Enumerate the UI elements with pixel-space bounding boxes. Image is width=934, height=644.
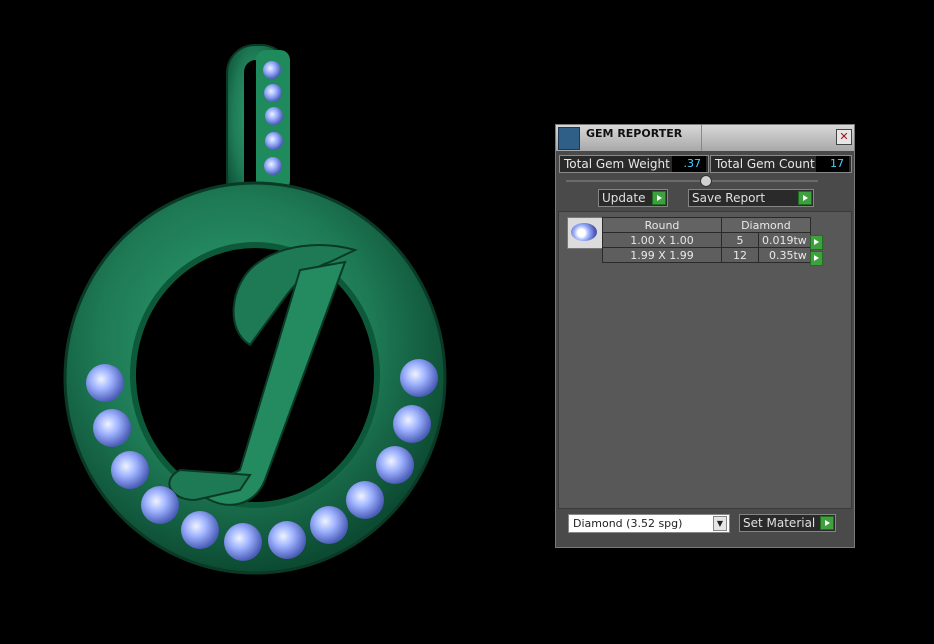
table-row[interactable]: 1.99 X 1.99 12 0.35tw (602, 247, 811, 263)
gem-reporter-panel: GEM REPORTER ✕ Total Gem Weight .37 Tota… (555, 124, 855, 548)
material-select-value: Diamond (3.52 spg) (573, 517, 683, 530)
close-button[interactable]: ✕ (836, 129, 852, 145)
play-icon (820, 516, 834, 530)
round-diamond-icon[interactable] (567, 217, 603, 249)
gem-table: Round Diamond 1.00 X 1.00 5 0.019tw 1.99… (602, 217, 811, 263)
gem-count: 12 (721, 247, 759, 263)
total-gem-weight-label: Total Gem Weight (564, 157, 670, 171)
gem-size: 1.99 X 1.99 (602, 247, 722, 263)
gem-count: 5 (721, 232, 759, 248)
gem-size: 1.00 X 1.00 (602, 232, 722, 248)
total-gem-weight-value: .37 (672, 156, 706, 172)
select-row-play-icon[interactable] (810, 235, 823, 250)
save-report-button[interactable]: Save Report (688, 189, 814, 207)
panel-titlebar[interactable]: GEM REPORTER ✕ (556, 125, 854, 151)
gem-list: Round Diamond 1.00 X 1.00 5 0.019tw 1.99… (558, 211, 852, 509)
update-button[interactable]: Update (598, 189, 668, 207)
update-label: Update (602, 191, 646, 205)
panel-splitter[interactable] (566, 180, 818, 182)
diamond-thumbnail (571, 223, 597, 241)
total-gem-count: Total Gem Count 17 (710, 155, 852, 173)
pendant-model (63, 44, 447, 575)
gem-reporter-icon (558, 127, 580, 150)
select-row-play-icon[interactable] (810, 251, 823, 266)
set-material-button[interactable]: Set Material (739, 514, 836, 532)
table-row[interactable]: 1.00 X 1.00 5 0.019tw (602, 232, 811, 248)
material-select[interactable]: Diamond (3.52 spg) ▼ (568, 514, 730, 533)
chevron-down-icon[interactable]: ▼ (713, 516, 727, 531)
total-gem-count-label: Total Gem Count (715, 157, 815, 171)
play-icon (798, 191, 812, 205)
panel-title: GEM REPORTER (586, 127, 683, 140)
table-header-row: Round Diamond (602, 217, 811, 233)
gem-weight: 0.019tw (758, 232, 811, 248)
total-gem-weight: Total Gem Weight .37 (559, 155, 709, 173)
gem-weight: 0.35tw (758, 247, 811, 263)
total-gem-count-value: 17 (816, 156, 849, 172)
3d-viewport[interactable] (0, 0, 540, 640)
set-material-label: Set Material (743, 516, 816, 530)
header-material: Diamond (721, 217, 811, 233)
splitter-handle[interactable] (700, 175, 712, 187)
titlebar-divider (701, 125, 702, 151)
save-report-label: Save Report (692, 191, 766, 205)
header-shape: Round (602, 217, 722, 233)
play-icon (652, 191, 666, 205)
